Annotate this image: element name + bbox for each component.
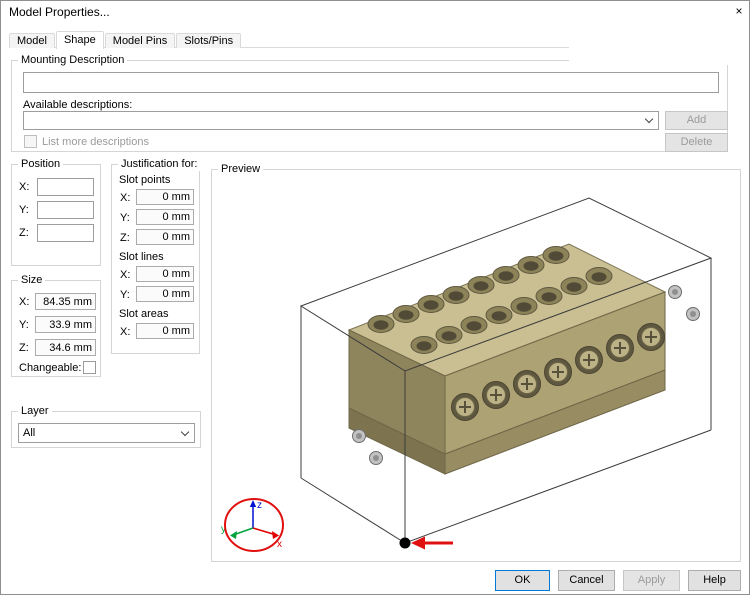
slot-points-y-label: Y: [120, 212, 130, 224]
window-title: Model Properties... [9, 5, 110, 19]
slot-lines-y-field[interactable] [136, 286, 194, 302]
size-z-field[interactable] [35, 339, 96, 356]
blank-overlay-region [569, 25, 743, 65]
slot-areas-x-field[interactable] [136, 323, 194, 339]
available-descriptions-label: Available descriptions: [23, 99, 133, 111]
size-group: Size X: Y: Z: Changeable: [11, 274, 101, 377]
size-x-label: X: [19, 296, 30, 308]
preview-group: Preview z x y [211, 163, 741, 562]
size-z-label: Z: [19, 342, 29, 354]
close-button[interactable]: × [730, 3, 748, 20]
size-y-label: Y: [19, 319, 29, 331]
tab-shape[interactable]: Shape [55, 31, 104, 49]
close-icon: × [735, 4, 743, 18]
position-y-label: Y: [19, 204, 29, 216]
mounting-description-input[interactable] [23, 72, 719, 93]
layer-group-label: Layer [18, 405, 52, 418]
axis-z-label: z [257, 500, 262, 511]
size-x-field[interactable] [35, 293, 96, 310]
justification-group: Justification for: Slot points X: Y: Z: … [111, 158, 201, 354]
list-more-descriptions-label: List more descriptions [42, 136, 149, 148]
tab-model[interactable]: Model [9, 33, 55, 48]
layer-dropdown[interactable]: All [18, 423, 195, 443]
tab-strip: Model Shape Model Pins Slots/Pins [9, 30, 242, 49]
size-y-field[interactable] [35, 316, 96, 333]
slot-points-x-label: X: [120, 192, 131, 204]
position-z-input[interactable] [37, 224, 94, 242]
slot-points-x-field[interactable] [136, 189, 194, 205]
slot-areas-x-label: X: [120, 326, 131, 338]
connector-model [347, 243, 700, 475]
justification-group-label: Justification for: [118, 158, 201, 171]
slot-points-z-label: Z: [120, 232, 130, 244]
add-button[interactable]: Add [665, 111, 728, 130]
mounting-description-group: Mounting Description Available descripti… [11, 54, 728, 152]
position-z-label: Z: [19, 227, 29, 239]
help-button[interactable]: Help [688, 570, 741, 591]
changeable-label: Changeable: [19, 362, 82, 374]
apply-button[interactable]: Apply [623, 570, 680, 591]
position-group: Position X: Y: Z: [11, 158, 101, 266]
available-descriptions-combobox[interactable] [23, 111, 659, 130]
combobox-chevron-down-icon [644, 114, 654, 124]
slot-points-label: Slot points [119, 174, 171, 186]
slot-lines-y-label: Y: [120, 289, 130, 301]
position-group-label: Position [18, 158, 64, 171]
layer-chevron-down-icon [180, 427, 190, 436]
cancel-button[interactable]: Cancel [558, 570, 615, 591]
slot-lines-x-label: X: [120, 269, 131, 281]
position-y-input[interactable] [37, 201, 94, 219]
layer-dropdown-value: All [23, 427, 36, 439]
slot-lines-label: Slot lines [119, 251, 164, 263]
preview-3d-render: z x y [221, 197, 713, 552]
title-bar: Model Properties... × [1, 1, 749, 23]
position-x-label: X: [19, 181, 30, 193]
slot-lines-x-field[interactable] [136, 266, 194, 282]
delete-button[interactable]: Delete [665, 133, 728, 152]
size-group-label: Size [18, 274, 46, 287]
model-properties-dialog: Model Properties... × Model Shape Model … [0, 0, 750, 595]
slot-areas-label: Slot areas [119, 308, 169, 320]
slot-points-z-field[interactable] [136, 229, 194, 245]
slot-points-y-field[interactable] [136, 209, 194, 225]
ok-button[interactable]: OK [495, 570, 550, 591]
tab-slots-pins[interactable]: Slots/Pins [176, 33, 242, 48]
axis-triad-icon: z x y [221, 500, 282, 550]
mounting-description-group-label: Mounting Description [18, 54, 128, 67]
origin-point-marker [399, 537, 411, 549]
changeable-checkbox[interactable] [83, 361, 96, 374]
position-x-input[interactable] [37, 178, 94, 196]
tab-model-pins[interactable]: Model Pins [104, 33, 176, 48]
layer-group: Layer All [11, 405, 201, 448]
list-more-descriptions-checkbox[interactable] [24, 135, 37, 148]
